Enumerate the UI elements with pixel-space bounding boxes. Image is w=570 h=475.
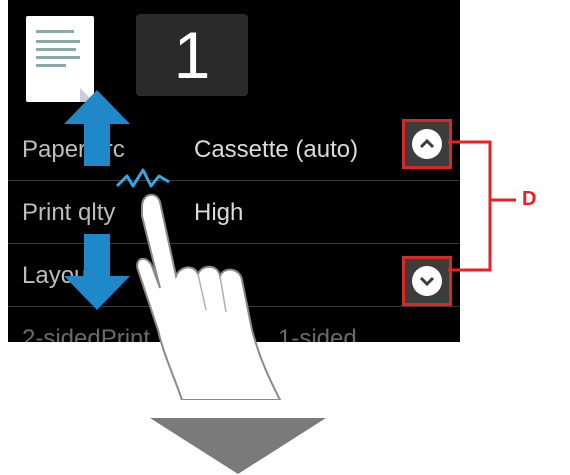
scroll-down-button[interactable] <box>402 256 452 306</box>
scroll-up-arrow-icon <box>64 90 130 166</box>
finger-hand-icon <box>136 193 282 400</box>
callout-bracket <box>448 140 516 272</box>
chevron-down-icon <box>412 266 442 296</box>
thumbnail-line <box>36 56 80 59</box>
copies-count[interactable]: 1 <box>136 14 248 96</box>
thumbnail-line <box>36 30 74 33</box>
next-step-arrow-icon <box>150 418 326 474</box>
callout-label: D <box>522 188 537 210</box>
thumbnail-line <box>36 40 80 43</box>
setting-value: Cassette (auto) <box>194 136 359 163</box>
thumbnail-line <box>36 64 66 67</box>
setting-label: Print qlty <box>22 199 116 226</box>
scroll-up-button[interactable] <box>402 119 452 169</box>
thumbnail-line <box>36 48 76 51</box>
chevron-up-icon <box>412 129 442 159</box>
